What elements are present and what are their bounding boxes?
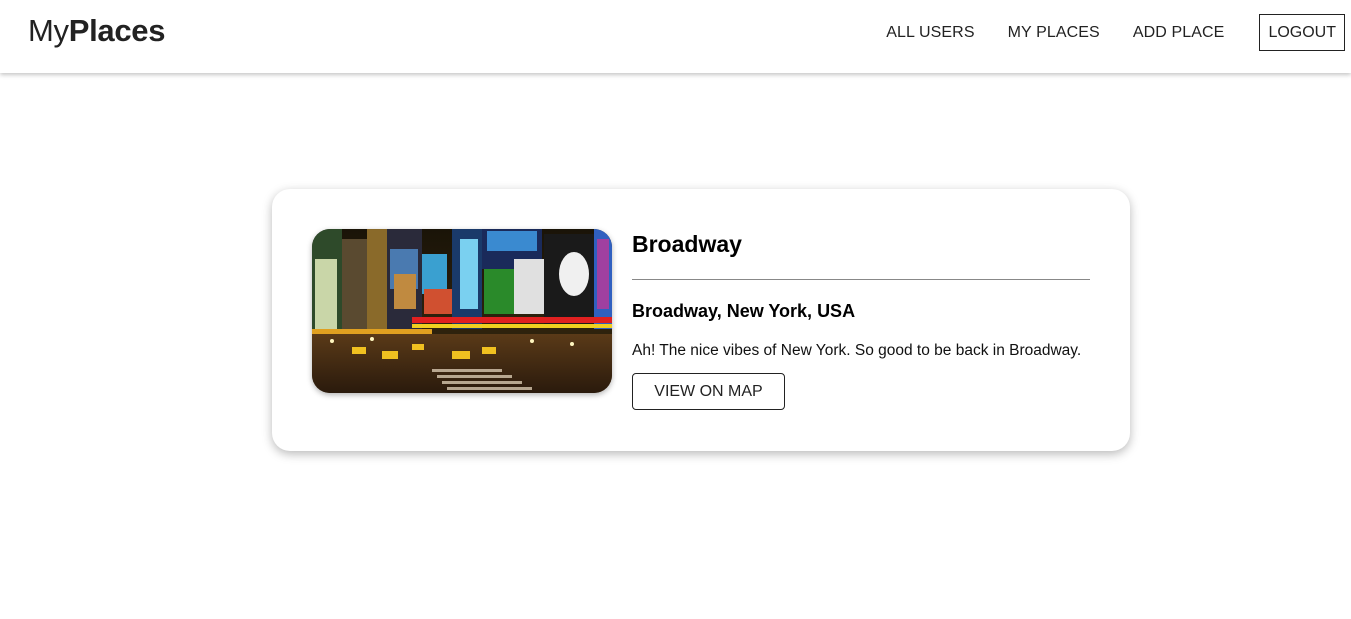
- app-logo[interactable]: MyPlaces: [28, 13, 165, 49]
- place-title: Broadway: [632, 231, 742, 257]
- logo-text-places: Places: [68, 13, 166, 48]
- place-card: Broadway Broadway, New York, USA Ah! The…: [272, 189, 1130, 451]
- nav-my-places[interactable]: MY PLACES: [1008, 24, 1100, 42]
- nav-all-users[interactable]: ALL USERS: [886, 24, 974, 42]
- place-info: Broadway Broadway, New York, USA Ah! The…: [632, 229, 1090, 410]
- nav-add-place[interactable]: ADD PLACE: [1133, 24, 1225, 42]
- place-image: [312, 229, 612, 393]
- main-nav: ALL USERS MY PLACES ADD PLACE LOGOUT: [853, 14, 1345, 51]
- times-square-photo-icon: [312, 229, 612, 393]
- place-description: Ah! The nice vibes of New York. So good …: [632, 342, 1082, 359]
- title-divider: [632, 279, 1090, 280]
- logout-button[interactable]: LOGOUT: [1259, 14, 1345, 51]
- view-on-map-button[interactable]: VIEW ON MAP: [632, 373, 785, 410]
- top-navigation-bar: MyPlaces ALL USERS MY PLACES ADD PLACE L…: [0, 0, 1351, 73]
- logo-text-my: My: [28, 13, 69, 48]
- place-address: Broadway, New York, USA: [632, 301, 856, 321]
